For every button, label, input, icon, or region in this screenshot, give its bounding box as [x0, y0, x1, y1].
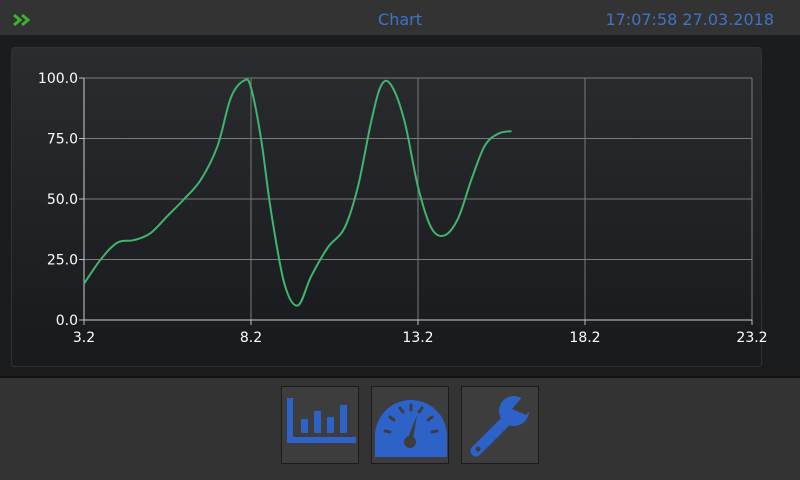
- x-tick-label: 18.2: [569, 330, 600, 346]
- settings-nav-button[interactable]: [461, 386, 539, 464]
- wrench-icon: [470, 395, 538, 457]
- line-chart: 3.2 8.2 13.2 18.2 23.2 0.0 25.0 50.0 75.0 100.0: [38, 71, 768, 346]
- x-tick-label: 8.2: [240, 330, 262, 346]
- gauge-icon: [375, 400, 447, 457]
- chart-nav-button[interactable]: [281, 386, 359, 464]
- x-tick-label: 3.2: [73, 330, 95, 346]
- x-tick-label: 23.2: [736, 330, 767, 346]
- bar-chart-icon: [287, 398, 356, 443]
- series-line: [83, 78, 512, 307]
- y-tick-label: 50.0: [47, 192, 78, 208]
- bottom-nav-bar: [0, 378, 800, 480]
- y-tick-label: 100.0: [38, 71, 78, 87]
- gauge-nav-button[interactable]: [371, 386, 449, 464]
- y-tick-label: 0.0: [56, 313, 78, 329]
- x-tick-label: 13.2: [402, 330, 433, 346]
- y-tick-label: 75.0: [47, 132, 78, 148]
- y-tick-label: 25.0: [47, 253, 78, 269]
